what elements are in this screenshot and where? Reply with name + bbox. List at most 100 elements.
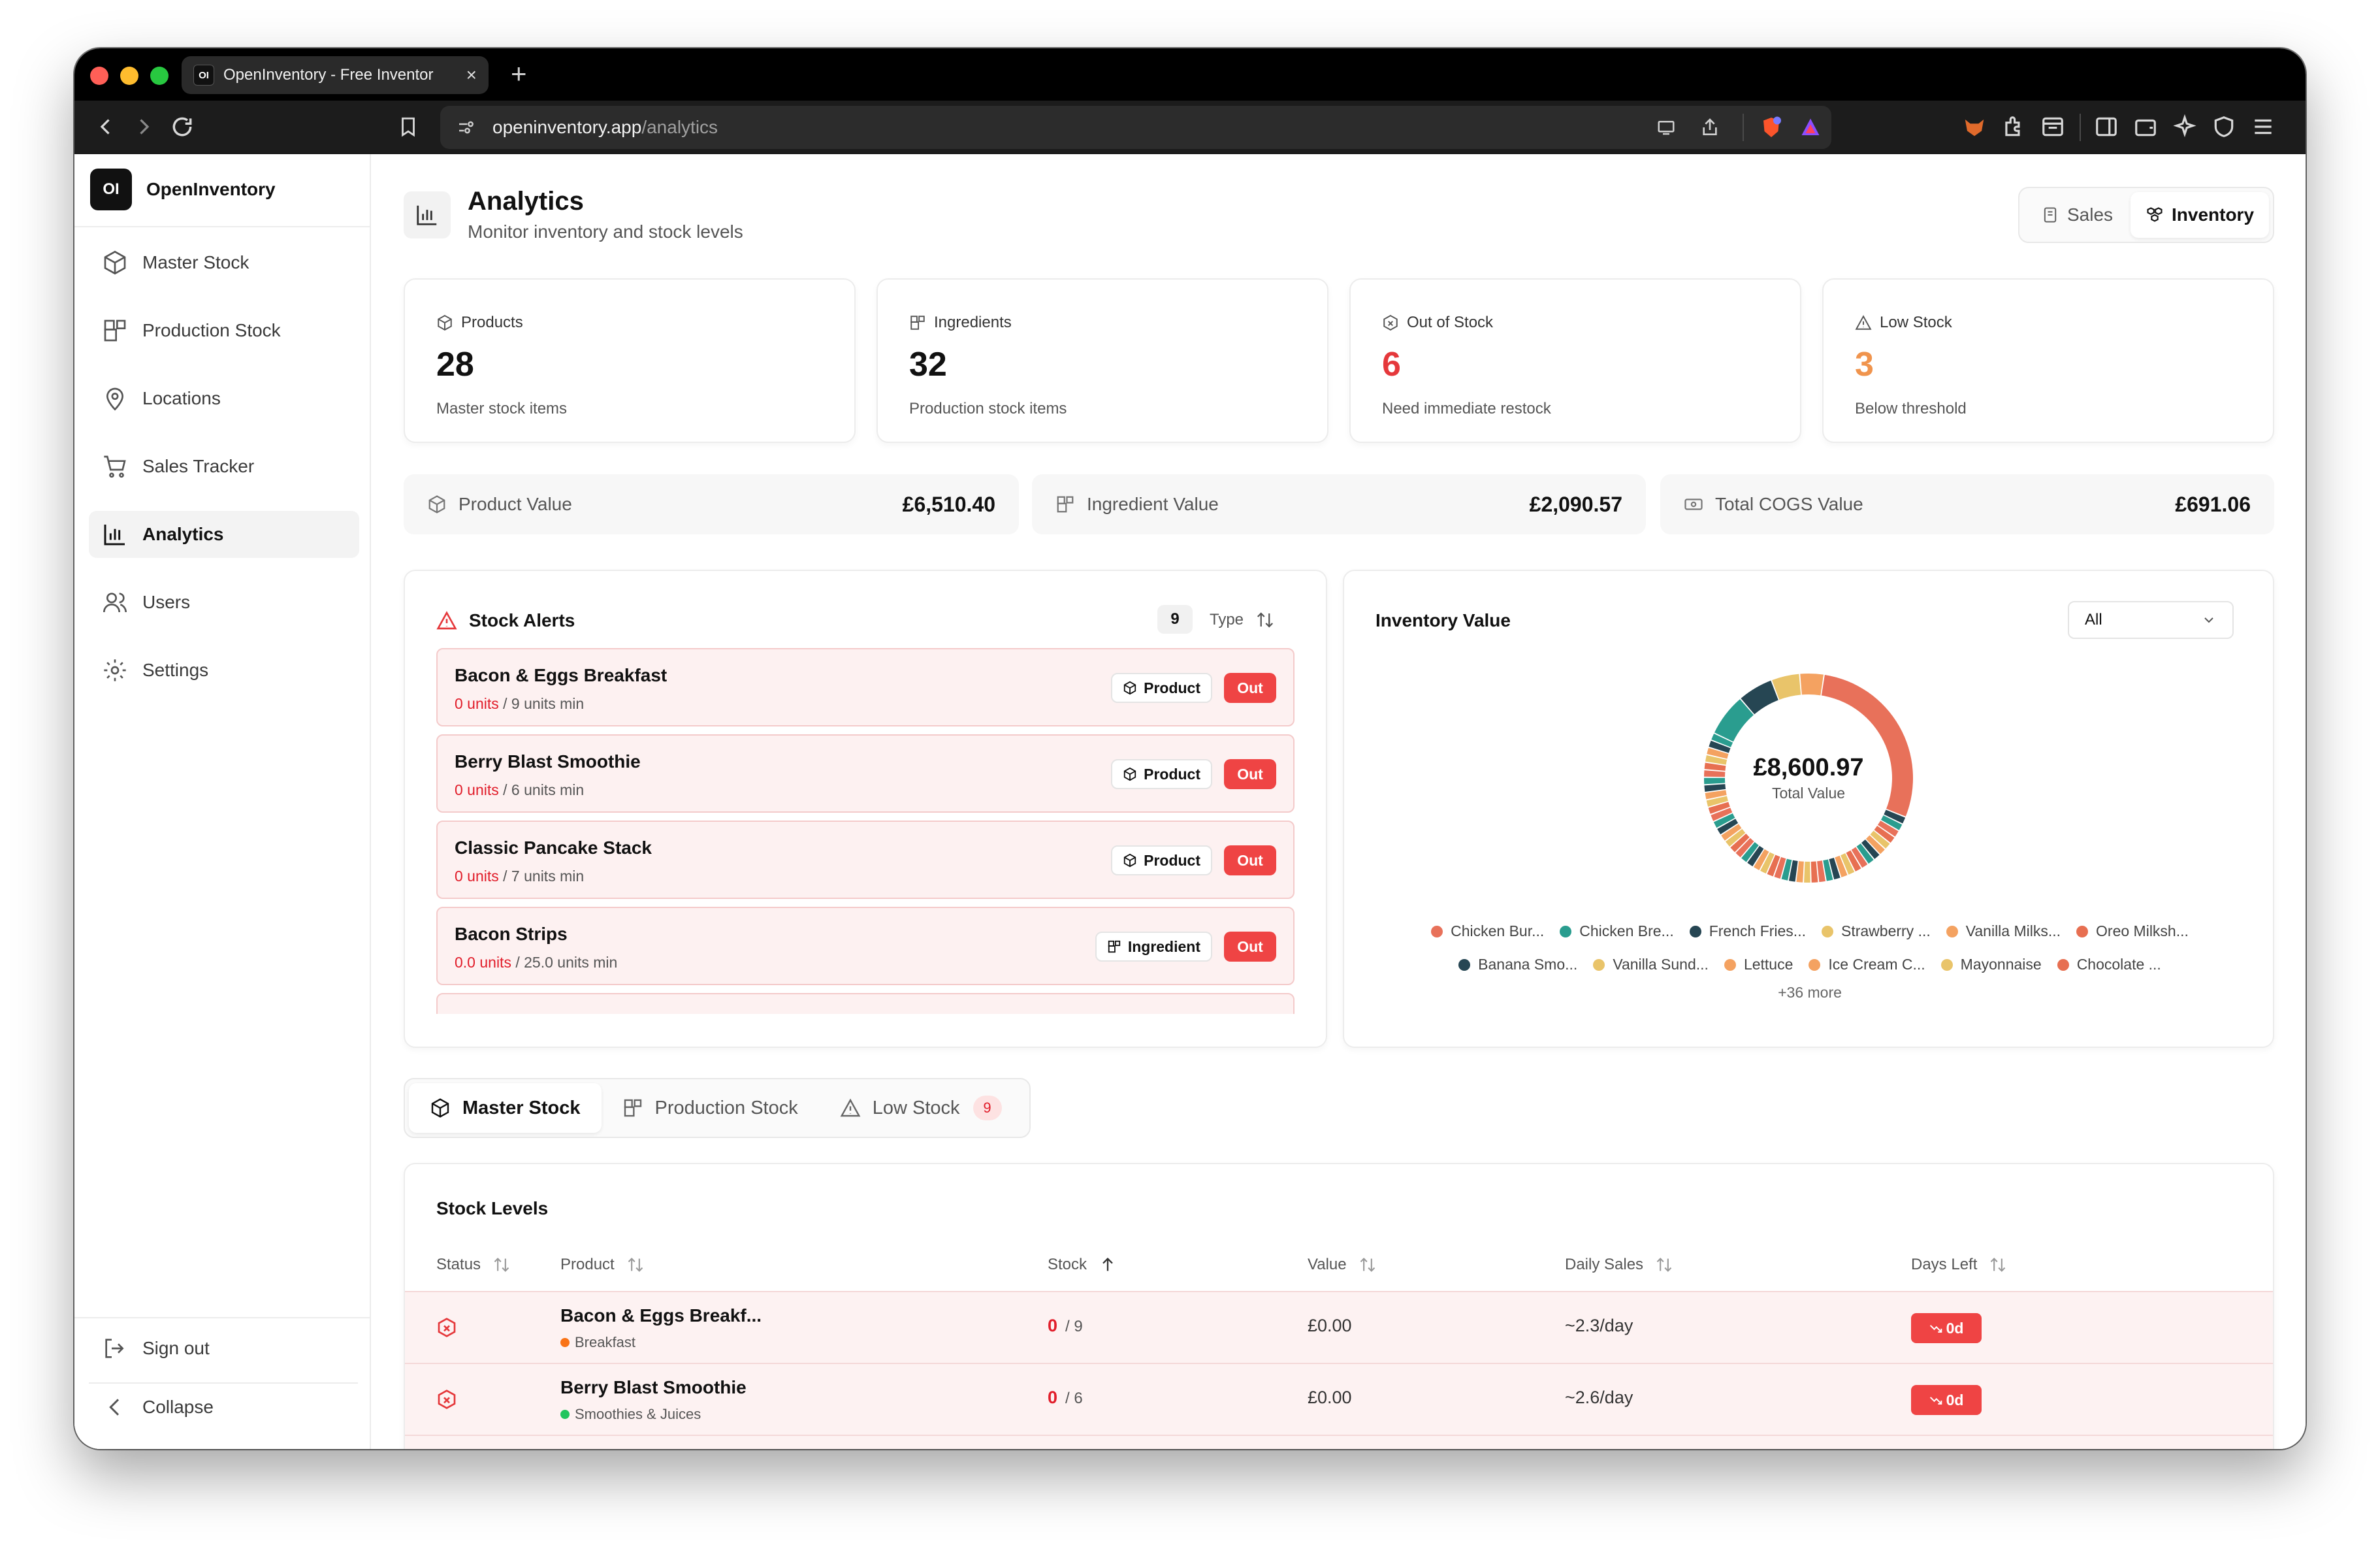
legend-more[interactable]: +36 more [1344,984,2275,1001]
alert-item[interactable] [436,993,1295,1014]
legend-item[interactable]: Chicken Bur... [1431,922,1544,940]
vpn-shield-icon[interactable] [2211,114,2236,140]
sidebar-item-locations[interactable]: Locations [89,375,359,422]
sidebar-footer-divider-2 [89,1382,358,1384]
alert-list[interactable]: Bacon & Eggs Breakfast 0 units / 9 units… [436,648,1295,1014]
tab-close-icon[interactable]: × [466,65,477,86]
sidebar-item-production-stock[interactable]: Production Stock [89,307,359,354]
sidebar-item-label: Sales Tracker [142,456,255,476]
collapse-button[interactable]: Collapse [102,1394,214,1420]
column-header-status[interactable]: Status [436,1256,511,1274]
column-header-product[interactable]: Product [560,1256,645,1274]
stock-min: / 9 [1065,1318,1083,1335]
tab-manager-icon[interactable] [2040,114,2065,140]
collapse-label: Collapse [142,1397,214,1417]
box-icon [431,1098,449,1118]
alert-item[interactable]: Berry Blast Smoothie 0 units / 6 units m… [436,734,1295,813]
new-tab-button[interactable]: + [511,57,527,90]
cogs-value-card: Total COGS Value £691.06 [1660,474,2274,534]
column-header-daily-sales[interactable]: Daily Sales [1565,1256,1673,1274]
legend-item[interactable]: Oreo Milksh... [2076,922,2189,940]
sidebar-toggle-icon[interactable] [2094,114,2119,140]
legend-dot [2076,925,2089,937]
type-sort-button[interactable]: Type [1210,610,1275,630]
back-icon[interactable] [94,114,118,140]
stock-alerts-panel: Stock Alerts 9 Type Bacon & Eggs Breakfa… [404,570,1327,1048]
forward-icon[interactable] [132,114,155,140]
sales-toggle[interactable]: Sales [2023,192,2131,238]
tab-favicon: OI [193,65,214,86]
column-header-label: Stock [1048,1256,1087,1273]
out-of-stock-icon [438,1390,456,1409]
legend-dot [1593,958,1605,971]
sidebar-item-settings[interactable]: Settings [89,647,359,694]
legend-item[interactable]: Strawberry ... [1821,922,1931,940]
stat-card-ingredients: Ingredients 32 Production stock items [876,278,1328,443]
bookmark-icon[interactable] [397,114,419,140]
product-value-card: Product Value £6,510.40 [404,474,1019,534]
sales-toggle-label: Sales [2066,204,2114,225]
legend-item[interactable]: Ice Cream C... [1809,956,1925,973]
legend-label: Banana Smo... [1478,956,1578,973]
column-header-days-left[interactable]: Days Left [1911,1256,2007,1274]
type-badge-label: Product [1144,679,1200,696]
alert-item[interactable]: Classic Pancake Stack 0 units / 7 units … [436,821,1295,899]
stock-alerts-title: Stock Alerts [436,610,575,631]
inventory-filter-select[interactable]: All [2068,601,2234,639]
product-name: Berry Blast Smoothie [560,1377,747,1397]
table-row[interactable]: Bacon & Eggs Breakf... Breakfast 0 / 9 £0… [405,1291,2273,1363]
alert-item[interactable]: Bacon Strips 0.0 units / 25.0 units min … [436,907,1295,985]
brand[interactable]: OI OpenInventory [90,169,276,210]
wallet-icon[interactable] [2133,114,2158,140]
fox-extension-icon[interactable] [1962,114,1987,140]
cast-icon[interactable] [1655,118,1677,137]
legend-item[interactable]: Chocolate ... [2057,956,2161,973]
stock-levels-title: Stock Levels [436,1198,549,1218]
address-bar[interactable]: openinventory.app/analytics [440,106,1831,149]
column-header-value[interactable]: Value [1308,1256,1377,1274]
sidebar-item-sales-tracker[interactable]: Sales Tracker [89,443,359,490]
alert-item[interactable]: Bacon & Eggs Breakfast 0 units / 9 units… [436,648,1295,726]
stat-description: Below threshold [1855,400,1967,417]
sign-out-button[interactable]: Sign out [102,1335,210,1361]
blocks-icon [1108,940,1120,953]
legend-item[interactable]: Chicken Bre... [1560,922,1674,940]
browser-tab[interactable]: OI OpenInventory - Free Inventor × [182,56,489,94]
warning-icon [1855,315,1872,330]
tab-production-stock[interactable]: Production Stock [602,1083,819,1133]
legend-label: Chicken Bur... [1451,922,1545,939]
days-left-badge: 0d [1911,1313,1982,1343]
brave-shield-icon[interactable] [1760,115,1783,140]
sidebar-item-users[interactable]: Users [89,579,359,626]
reload-icon[interactable] [170,114,195,140]
legend-dot [1809,958,1821,971]
puzzle-extensions-icon[interactable] [2001,114,2026,140]
maximize-window-button[interactable] [150,67,169,85]
legend-item[interactable]: Vanilla Sund... [1593,956,1709,973]
legend-item[interactable]: French Fries... [1689,922,1806,940]
box-icon [1123,681,1136,695]
legend-row: Banana Smo... Vanilla Sund... Lettuce Ice C… [1344,956,2275,973]
tab-master-stock[interactable]: Master Stock [409,1083,602,1133]
table-row[interactable] [405,1435,2273,1449]
rewards-triangle-icon[interactable] [1799,115,1822,140]
menu-icon[interactable] [2251,114,2275,140]
chevron-down-icon [2204,617,2213,623]
inventory-toggle[interactable]: Inventory [2131,192,2269,238]
column-header-stock[interactable]: Stock [1048,1256,1117,1274]
leo-ai-icon[interactable] [2172,114,2197,140]
share-icon[interactable] [1699,116,1720,138]
sidebar-item-master-stock[interactable]: Master Stock [89,239,359,286]
legend-item[interactable]: Lettuce [1724,956,1793,973]
tab-low-stock[interactable]: Low Stock 9 [819,1083,1023,1133]
minimize-window-button[interactable] [120,67,138,85]
table-row[interactable]: Berry Blast Smoothie Smoothies & Juices … [405,1363,2273,1435]
banknote-icon [1684,498,1703,510]
stat-description: Need immediate restock [1382,400,1551,417]
site-settings-icon[interactable] [456,118,475,137]
legend-item[interactable]: Banana Smo... [1458,956,1577,973]
legend-item[interactable]: Mayonnaise [1940,956,2042,973]
legend-item[interactable]: Vanilla Milks... [1946,922,2061,940]
close-window-button[interactable] [90,67,108,85]
sidebar-item-analytics[interactable]: Analytics [89,511,359,558]
